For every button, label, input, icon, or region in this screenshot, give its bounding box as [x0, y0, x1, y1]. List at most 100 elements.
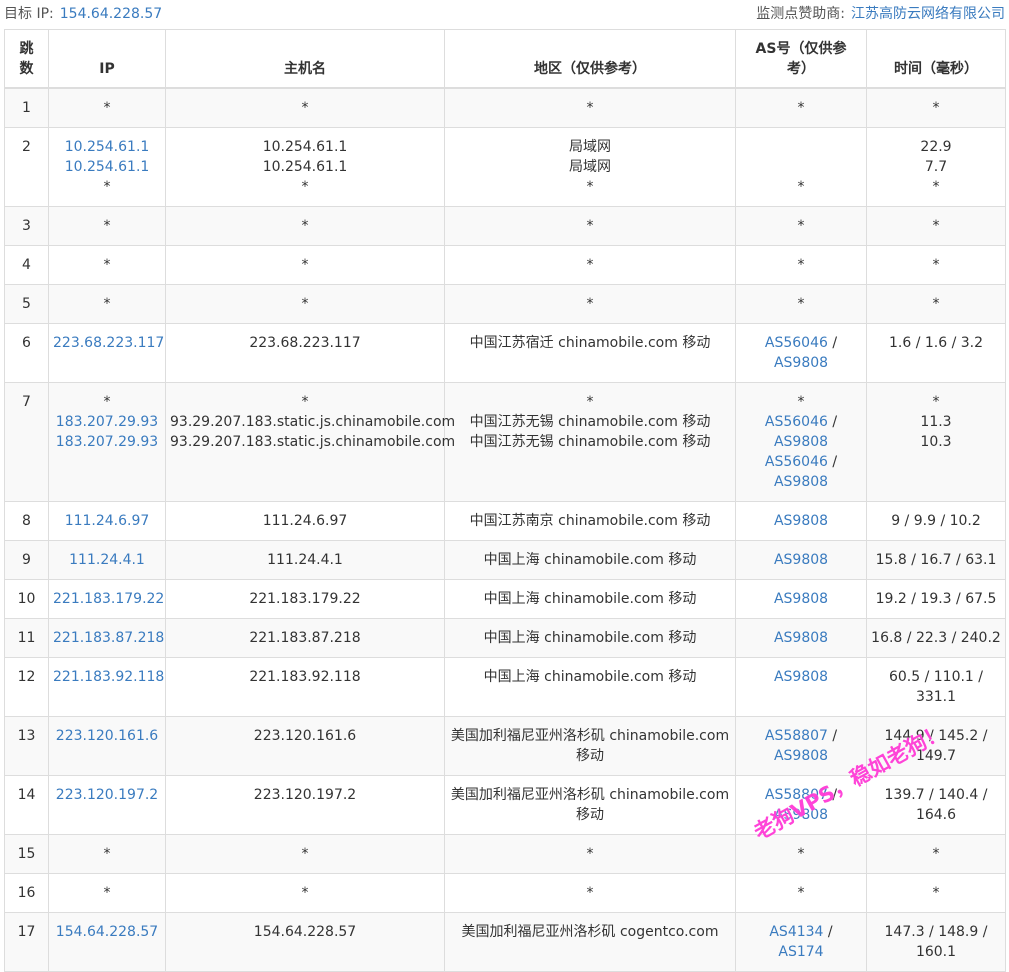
ip-link[interactable]: 221.183.179.22 — [53, 589, 164, 609]
time-cell: * — [866, 206, 1006, 246]
hostname-text: * — [301, 885, 309, 901]
hostname-cell: 111.24.6.97 — [165, 501, 445, 541]
hop-cell: 5 — [4, 284, 49, 324]
time-cell: 60.5 / 110.1 / 331.1 — [866, 657, 1006, 717]
as-link[interactable]: AS9808 — [740, 667, 862, 687]
hostname-cell: 10.254.61.1 10.254.61.1 * — [165, 127, 445, 207]
hop-number: 14 — [17, 787, 36, 803]
as-link[interactable]: AS56046 — [765, 454, 828, 470]
table-row: 10 221.183.179.22 221.183.179.22 中国上海 china… — [4, 579, 1006, 619]
ip-link[interactable]: 154.64.228.57 — [53, 922, 161, 942]
ip-cell: * — [48, 206, 166, 246]
hop-cell: 12 — [4, 657, 49, 717]
as-cell: AS9808 — [735, 501, 867, 541]
sponsor-link[interactable]: 江苏高防云网络有限公司 — [851, 6, 1005, 22]
hop-number: 1 — [22, 100, 31, 116]
time-cell: * — [866, 245, 1006, 285]
time-text: * — [932, 885, 940, 901]
region-cell: * — [444, 87, 736, 128]
as-link[interactable]: AS9808 — [774, 355, 828, 371]
table-row: 2 10.254.61.1 10.254.61.1 * 10.254.61.1 10.25… — [4, 127, 1006, 207]
ip-link[interactable]: 183.207.29.93 — [53, 432, 161, 452]
as-link[interactable]: AS56046 — [765, 335, 828, 351]
time-text: 1.6 / 1.6 / 3.2 — [888, 335, 984, 351]
hop-cell: 1 — [4, 87, 49, 128]
hostname-text: 111.24.4.1 — [267, 552, 343, 568]
hop-cell: 10 — [4, 579, 49, 619]
as-link[interactable]: AS9808 — [740, 511, 862, 531]
ip-link[interactable]: 223.120.197.2 — [53, 785, 161, 805]
as-link[interactable]: AS58807 — [765, 728, 828, 744]
time-text: * — [932, 257, 940, 273]
time-text: * — [932, 296, 940, 312]
time-text: * — [932, 394, 940, 410]
region-text: 局域网 — [569, 159, 611, 175]
as-cell: * — [735, 87, 867, 128]
region-cell: * — [444, 245, 736, 285]
table-row: 5 * * * * * — [4, 284, 1006, 324]
as-text: * — [797, 100, 805, 116]
as-group: AS56046 / — [740, 412, 862, 432]
ip-link[interactable]: 223.120.161.6 — [53, 726, 161, 746]
hostname-text: 221.183.92.118 — [249, 669, 361, 685]
time-text: 10.3 — [920, 434, 952, 450]
hop-cell: 16 — [4, 873, 49, 913]
ip-link[interactable]: 10.254.61.1 — [53, 137, 161, 157]
as-link[interactable]: AS4134 — [769, 924, 823, 940]
as-text: * — [797, 296, 805, 312]
hostname-cell: * — [165, 87, 445, 128]
hop-number: 8 — [22, 513, 31, 529]
ip-link[interactable]: 183.207.29.93 — [53, 412, 161, 432]
as-link[interactable]: AS9808 — [774, 474, 828, 490]
region-text: 中国江苏无锡 chinamobile.com 移动 — [469, 414, 711, 430]
as-link[interactable]: AS174 — [778, 944, 823, 960]
as-text: * — [797, 846, 805, 862]
ip-link[interactable]: 223.68.223.117 — [53, 333, 164, 353]
region-text: 中国上海 chinamobile.com 移动 — [483, 552, 697, 568]
table-row: 11 221.183.87.218 221.183.87.218 中国上海 china… — [4, 618, 1006, 658]
ip-link[interactable]: 221.183.92.118 — [53, 667, 164, 687]
hop-number: 9 — [22, 552, 31, 568]
hostname-cell: 223.68.223.117 — [165, 323, 445, 383]
target-ip-value[interactable]: 154.64.228.57 — [60, 6, 162, 22]
hop-cell: 6 — [4, 323, 49, 383]
time-cell: 139.7 / 140.4 / 164.6 — [866, 775, 1006, 835]
region-cell: * — [444, 284, 736, 324]
time-cell: 16.8 / 22.3 / 240.2 — [866, 618, 1006, 658]
as-group-cont: AS9808 — [740, 353, 862, 373]
table-row: 7 * 183.207.29.93 183.207.29.93 * 93.29.207.1… — [4, 382, 1006, 502]
column-header-hop: 跳数 — [4, 29, 49, 89]
as-separator: / — [823, 924, 833, 940]
as-link[interactable]: AS56046 — [765, 414, 828, 430]
table-row: 12 221.183.92.118 221.183.92.118 中国上海 china… — [4, 657, 1006, 717]
region-text: * — [586, 885, 594, 901]
hop-cell: 2 — [4, 127, 49, 207]
as-link[interactable]: AS9808 — [740, 628, 862, 648]
hop-number: 16 — [17, 885, 36, 901]
as-link[interactable]: AS9808 — [774, 748, 828, 764]
as-cell: * — [735, 206, 867, 246]
ip-link[interactable]: 111.24.6.97 — [53, 511, 161, 531]
as-separator: / — [827, 728, 838, 744]
region-text: * — [586, 257, 594, 273]
as-cell: AS9808 — [735, 657, 867, 717]
region-cell: 美国加利福尼亚州洛杉矶 chinamobile.com 移动 — [444, 775, 736, 835]
time-cell: 1.6 / 1.6 / 3.2 — [866, 323, 1006, 383]
time-cell: * — [866, 284, 1006, 324]
ip-link[interactable]: 111.24.4.1 — [53, 550, 161, 570]
table-row: 16 * * * * * — [4, 873, 1006, 913]
hostname-text: 221.183.87.218 — [249, 630, 361, 646]
as-separator: / — [827, 414, 838, 430]
as-link[interactable]: AS9808 — [740, 589, 862, 609]
time-text: * — [932, 218, 940, 234]
as-link[interactable]: AS9808 — [774, 434, 828, 450]
region-text: * — [586, 846, 594, 862]
ip-link[interactable]: 10.254.61.1 — [53, 157, 161, 177]
ip-link[interactable]: 221.183.87.218 — [53, 628, 164, 648]
as-text: * — [797, 885, 805, 901]
time-text: 11.3 — [920, 414, 952, 430]
hostname-cell: * — [165, 206, 445, 246]
time-text: 147.3 / 148.9 / 160.1 — [884, 924, 988, 960]
as-link[interactable]: AS9808 — [740, 550, 862, 570]
region-text: * — [586, 179, 594, 195]
